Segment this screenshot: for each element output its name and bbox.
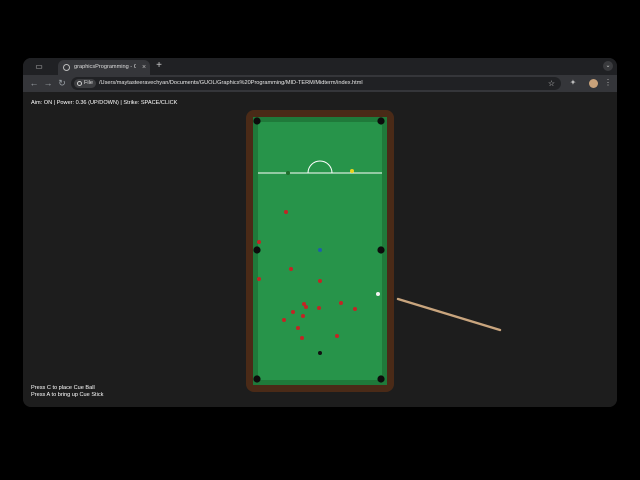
tab-strip-icon[interactable]: ▭ xyxy=(33,62,45,71)
browser-toolbar: ← → ↻ File /Users/maytasteeravechyan/Doc… xyxy=(23,75,617,92)
blue-ball xyxy=(318,248,322,252)
red-ball xyxy=(282,318,286,322)
yellow-ball xyxy=(350,169,354,173)
red-ball xyxy=(318,279,322,283)
info-icon xyxy=(77,81,82,86)
red-ball xyxy=(353,307,357,311)
red-ball xyxy=(339,301,343,305)
star-icon[interactable]: ☆ xyxy=(547,79,556,88)
puzzle-icon[interactable]: ✦ xyxy=(568,78,578,88)
red-ball xyxy=(335,334,339,338)
pocket-5 xyxy=(253,375,261,383)
reload-button[interactable]: ↻ xyxy=(57,78,67,88)
pocket-4 xyxy=(377,246,385,254)
red-ball xyxy=(304,305,308,309)
red-ball xyxy=(291,310,295,314)
browser-window: ▭ graphicsProgramming - Cou × + ⌄ ← → ↻ … xyxy=(23,58,617,407)
red-ball xyxy=(300,336,304,340)
url-text[interactable]: /Users/maytasteeravechyan/Documents/GUOL… xyxy=(99,79,519,88)
red-ball xyxy=(284,210,288,214)
snooker-canvas[interactable] xyxy=(23,92,617,407)
red-ball xyxy=(317,306,321,310)
green-ball xyxy=(286,171,290,175)
page-canvas-area[interactable]: Aim: ON | Power: 0.36 (UP/DOWN) | Strike… xyxy=(23,92,617,407)
red-ball xyxy=(301,314,305,318)
cue-stick xyxy=(396,297,502,332)
chevron-down-icon[interactable]: ⌄ xyxy=(603,61,613,71)
tab-close-icon[interactable]: × xyxy=(140,63,148,72)
pocket-3 xyxy=(253,246,261,254)
back-button[interactable]: ← xyxy=(29,78,39,88)
new-tab-button[interactable]: + xyxy=(154,61,164,71)
red-ball xyxy=(296,326,300,330)
tab-bar: ▭ graphicsProgramming - Cou × + ⌄ xyxy=(23,58,617,75)
red-ball xyxy=(257,277,261,281)
pocket-2 xyxy=(377,117,385,125)
red-ball xyxy=(257,240,261,244)
globe-icon xyxy=(63,64,70,71)
pocket-1 xyxy=(253,117,261,125)
tab-title: graphicsProgramming - Cou xyxy=(74,64,136,70)
black-ball xyxy=(318,351,322,355)
site-info-chip[interactable]: File xyxy=(74,79,96,88)
kebab-menu-icon[interactable]: ⋮ xyxy=(603,78,613,88)
site-info-label: File xyxy=(84,80,94,86)
forward-button[interactable]: → xyxy=(43,78,53,88)
avatar[interactable] xyxy=(589,79,598,88)
tab-active[interactable]: graphicsProgramming - Cou × xyxy=(58,60,150,75)
pocket-6 xyxy=(377,375,385,383)
red-ball xyxy=(289,267,293,271)
cue-ball xyxy=(376,292,380,296)
address-bar[interactable]: File /Users/maytasteeravechyan/Documents… xyxy=(71,77,561,90)
